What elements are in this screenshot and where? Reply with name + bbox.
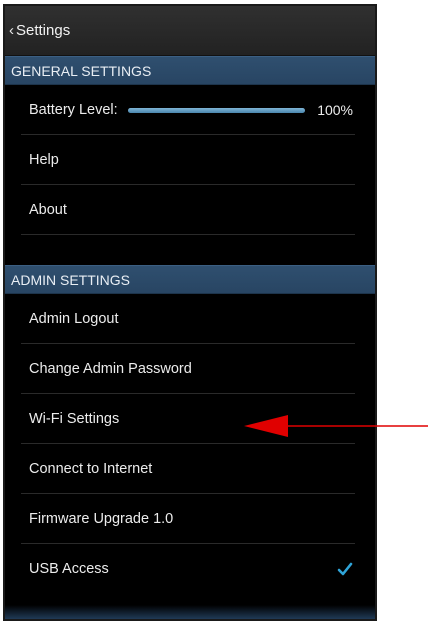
change-admin-password-item[interactable]: Change Admin Password (5, 344, 375, 394)
page-title: Settings (16, 22, 71, 39)
red-arrow-annotation-icon (244, 415, 428, 437)
battery-value: 100% (317, 102, 353, 118)
chevron-left-icon: ‹ (9, 22, 14, 39)
battery-label: Battery Level: (29, 102, 118, 118)
bottom-glow (5, 605, 375, 619)
usb-access-label: USB Access (29, 561, 109, 577)
about-item[interactable]: About (5, 185, 375, 235)
settings-screen: ‹ Settings GENERAL SETTINGS Battery Leve… (3, 4, 377, 621)
section-header-admin: ADMIN SETTINGS (5, 265, 375, 294)
connect-to-internet-item[interactable]: Connect to Internet (5, 444, 375, 494)
battery-progress-fill (127, 107, 306, 113)
back-button[interactable]: ‹ Settings (5, 6, 70, 55)
checkmark-icon[interactable] (337, 561, 353, 577)
usb-access-item[interactable]: USB Access (5, 544, 375, 594)
firmware-upgrade-item[interactable]: Firmware Upgrade 1.0 (5, 494, 375, 544)
top-bar: ‹ Settings (5, 6, 375, 56)
help-item[interactable]: Help (5, 135, 375, 185)
battery-progress-bar (127, 107, 306, 113)
section-header-general: GENERAL SETTINGS (5, 56, 375, 85)
admin-logout-item[interactable]: Admin Logout (5, 294, 375, 344)
battery-level-row: Battery Level: 100% (5, 85, 375, 135)
